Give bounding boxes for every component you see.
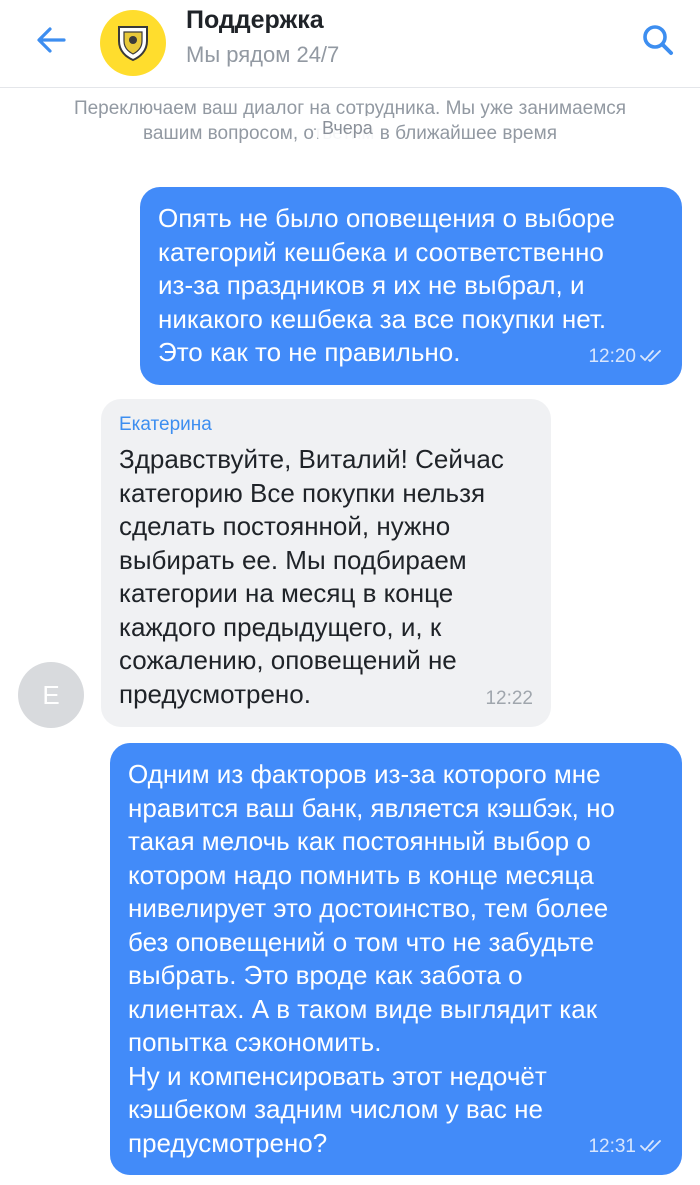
outgoing-message[interactable]: Опять не было оповещения о выборе катего… bbox=[140, 187, 682, 385]
message-text: Одним из факторов из-за которого мне нра… bbox=[128, 759, 615, 1158]
message-time: 12:31 bbox=[588, 1135, 636, 1157]
date-separator: Вчера bbox=[316, 116, 379, 141]
arrow-left-icon bbox=[37, 27, 66, 53]
search-button[interactable] bbox=[636, 18, 680, 62]
double-check-icon bbox=[640, 1140, 661, 1153]
message-meta: 12:22 bbox=[485, 682, 533, 716]
search-icon bbox=[643, 25, 673, 55]
message-time: 12:22 bbox=[485, 687, 533, 709]
shield-logo-icon bbox=[118, 26, 148, 62]
sender-name: Екатерина bbox=[119, 414, 212, 435]
incoming-message[interactable]: Екатерина Здравствуйте, Виталий! Сейчас … bbox=[101, 399, 551, 727]
chat-header: Поддержка Мы рядом 24/7 bbox=[0, 0, 700, 88]
back-button[interactable] bbox=[28, 20, 74, 60]
double-check-icon bbox=[640, 350, 661, 363]
message-meta: 12:20 bbox=[588, 340, 664, 374]
chat-subtitle: Мы рядом 24/7 bbox=[186, 42, 340, 67]
message-text: Здравствуйте, Виталий! Сейчас категорию … bbox=[119, 444, 504, 709]
chat-title: Поддержка bbox=[186, 6, 324, 34]
avatar[interactable]: Е bbox=[18, 662, 84, 728]
bank-logo[interactable] bbox=[100, 10, 166, 76]
outgoing-message[interactable]: Одним из факторов из-за которого мне нра… bbox=[110, 743, 682, 1175]
message-time: 12:20 bbox=[588, 345, 636, 367]
message-meta: 12:31 bbox=[588, 1130, 664, 1164]
